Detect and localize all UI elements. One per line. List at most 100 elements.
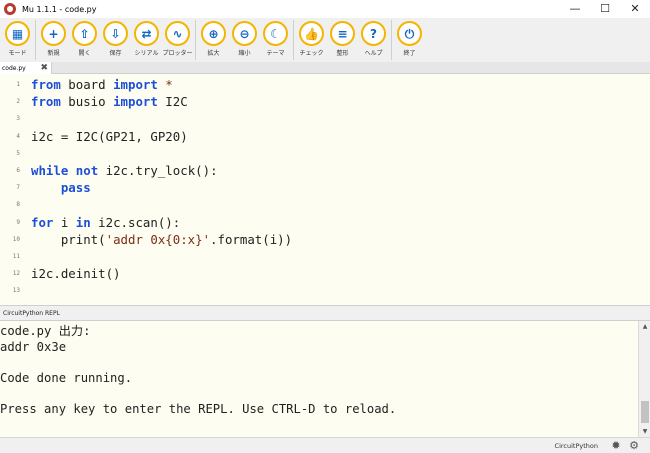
window-title: Mu 1.1.1 - code.py [22,4,97,14]
mode-button[interactable]: ▦ モード [2,18,33,57]
serial-button[interactable]: ⇄ シリアル [131,18,162,57]
code-line[interactable]: from busio import I2C [31,93,188,110]
line-number: 12 [12,270,20,278]
keyword-token: while [31,163,69,178]
keyword-token: pass [60,180,91,196]
window-controls: — ☐ ✕ [560,0,650,18]
zoom-in-label: 拡大 [207,50,220,57]
close-window-button[interactable]: ✕ [620,0,650,18]
keyword-token: not [75,163,99,178]
plotter-button[interactable]: ∿ プロッター [162,18,193,57]
code-editor[interactable]: 1 2 3 4 5 6 7 8 9 10 11 12 13 from board import * fro… [0,74,650,305]
maximize-button[interactable]: ☐ [590,0,620,18]
toolbar-group-quit: ⏻ 終了 [394,18,425,57]
gear-icon[interactable]: ⚙ [628,440,640,452]
power-icon: ⏻ [404,26,415,41]
code-line[interactable]: while not i2c.try_lock(): [31,162,218,179]
scroll-up-icon[interactable]: ▲ [639,321,650,333]
code-token: busio [60,94,114,110]
new-button[interactable]: + 新規 [38,18,69,57]
swap-arrows-icon: ⇄ [141,26,152,41]
tidy-label: 整形 [336,50,349,57]
toolbar-divider [195,20,196,60]
code-line[interactable]: print('addr 0x{0:x}'.format(i)) [31,231,292,248]
line-number: 4 [16,132,20,140]
serial-label: シリアル [134,50,159,57]
theme-label: テーマ [266,50,285,57]
line-number-gutter: 1 2 3 4 5 6 7 8 9 10 11 12 13 [0,74,24,305]
zoom-in-button[interactable]: ⊕ 拡大 [198,18,229,57]
toolbar-group-view: ⊕ 拡大 ⊖ 縮小 ☾ テーマ [198,18,291,57]
help-button[interactable]: ? ヘルプ [358,18,389,57]
chip-icon[interactable]: ✹ [610,440,622,452]
download-icon: ⇩ [110,26,121,41]
code-line[interactable]: from board import * [31,76,173,93]
tab-filename: code.py [2,64,26,72]
load-button[interactable]: ⇧ 開く [69,18,100,57]
code-line[interactable]: for i in i2c.scan(): [31,214,180,231]
mu-logo-icon [4,3,16,15]
theme-button[interactable]: ☾ テーマ [260,18,291,57]
keyword-token: for [31,214,54,230]
help-label: ヘルプ [364,50,383,57]
save-button[interactable]: ⇩ 保存 [100,18,131,57]
line-number: 7 [16,184,20,192]
code-line[interactable]: i2c.deinit() [31,265,121,282]
scrollbar-thumb[interactable] [641,401,649,423]
code-token: i2c.try_lock(): [98,163,218,178]
keyword-token: in [75,214,91,230]
line-number: 2 [16,98,20,106]
code-token: i2c.scan(): [90,214,181,230]
minimize-button[interactable]: — [560,0,590,18]
keyword-token: import [113,77,158,92]
check-button[interactable]: 👍 チェック [296,18,327,57]
waveform-icon: ∿ [172,26,183,41]
code-line[interactable]: i2c = I2C(GP21, GP20) [31,128,188,145]
string-token: 'addr 0x{0:x}' [105,231,211,247]
save-label: 保存 [109,50,122,57]
code-token: board [60,77,114,92]
line-number: 6 [16,167,20,174]
line-number: 3 [16,115,20,123]
code-token: .format(i)) [210,231,293,247]
keyword-token: from [31,94,61,110]
file-tab-bar: code.py ✖ [0,62,650,74]
code-token: i2c.deinit() [31,266,121,282]
thumbs-up-icon: 👍 [304,26,319,41]
repl-output-line: Press any key to enter the REPL. Use CTR… [0,401,397,416]
keyword-token: import [113,94,158,110]
keyword-token: from [31,77,61,92]
zoom-in-icon: ⊕ [208,26,219,41]
title-bar: Mu 1.1.1 - code.py — ☐ ✕ [0,0,650,18]
repl-output-line: addr 0x3e [0,339,67,354]
line-number: 9 [16,218,20,226]
quit-label: 終了 [403,50,416,57]
code-line[interactable]: pass [31,179,91,196]
tidy-button[interactable]: ≡ 整形 [327,18,358,57]
question-icon: ? [370,26,377,41]
toolbar-group-mode: ▦ モード [2,18,33,57]
quit-button[interactable]: ⏻ 終了 [394,18,425,57]
close-tab-icon[interactable]: ✖ [40,63,48,73]
zoom-out-label: 縮小 [238,50,251,57]
line-number: 13 [12,287,20,295]
tab-code-py[interactable]: code.py ✖ [0,62,52,74]
current-mode-label[interactable]: CircuitPython [555,442,598,450]
new-label: 新規 [47,50,60,57]
toolbar-divider [35,20,36,60]
moon-icon: ☾ [270,26,281,41]
repl-console[interactable]: ▲ ▼ code.py 出力: addr 0x3e Code done runnin… [0,320,650,438]
line-number: 10 [12,235,20,243]
line-number: 11 [12,253,20,260]
zoom-out-button[interactable]: ⊖ 縮小 [229,18,260,57]
code-token: i [53,214,76,230]
toolbar-group-file: + 新規 ⇧ 開く ⇩ 保存 ⇄ シリアル ∿ プロッター [38,18,193,57]
load-label: 開く [78,50,91,57]
repl-scrollbar[interactable]: ▲ ▼ [638,321,650,438]
plus-icon: + [48,26,59,41]
repl-output-line: Code done running. [0,370,133,385]
upload-icon: ⇧ [79,26,90,41]
mu-editor-window: Mu 1.1.1 - code.py — ☐ ✕ ▦ モード + 新規 ⇧ 開く [0,0,650,453]
toolbar-group-tools: 👍 チェック ≡ 整形 ? ヘルプ [296,18,389,57]
